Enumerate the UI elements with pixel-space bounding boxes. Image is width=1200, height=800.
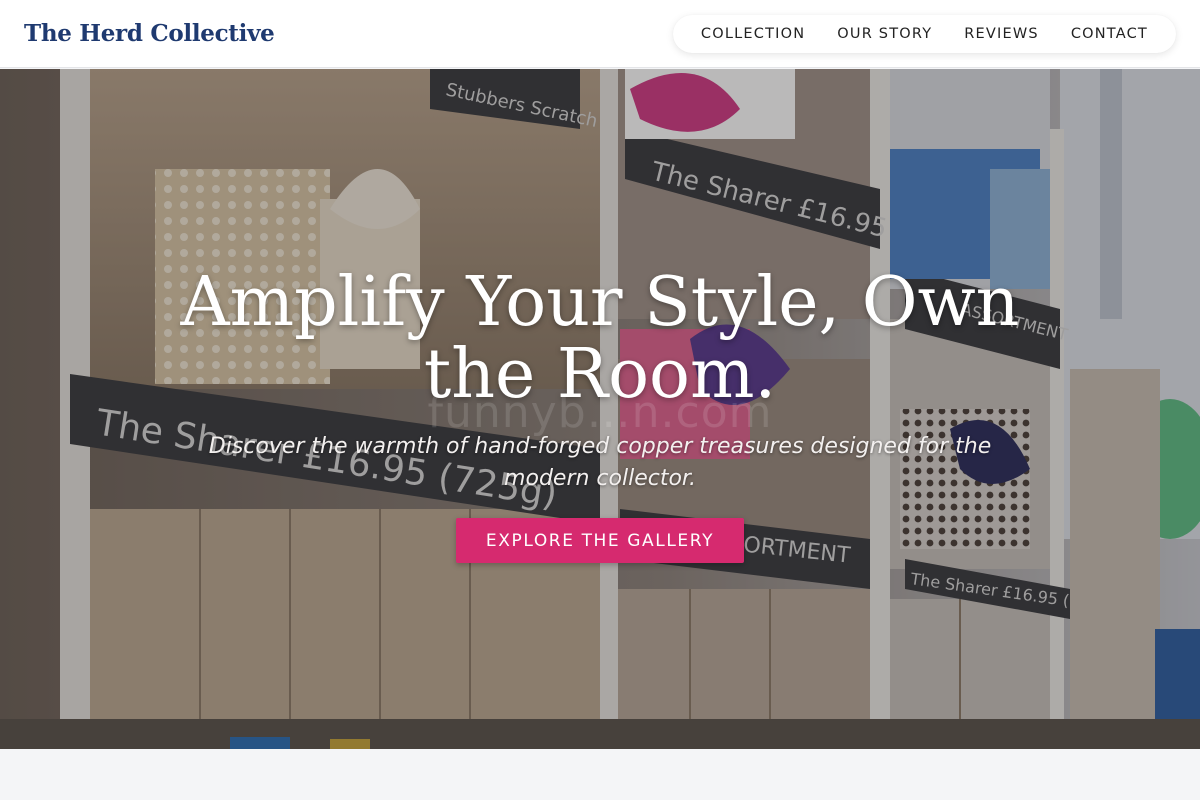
hero-content: funnyb…n.com Amplify Your Style, Own the… (0, 69, 1200, 749)
nav-item-collection[interactable]: COLLECTION (685, 15, 821, 53)
main-nav: COLLECTION OUR STORY REVIEWS CONTACT (672, 14, 1176, 53)
hero-subheadline: Discover the warmth of hand-forged coppe… (208, 434, 992, 491)
site-header: The Herd Collective COLLECTION OUR STORY… (0, 0, 1200, 68)
hero-headline: Amplify Your Style, Own the Room. (180, 263, 1020, 414)
nav-item-reviews[interactable]: REVIEWS (948, 15, 1055, 53)
nav-item-our-story[interactable]: OUR STORY (821, 15, 948, 53)
explore-gallery-button[interactable]: EXPLORE THE GALLERY (456, 518, 744, 563)
brand-logo[interactable]: The Herd Collective (24, 20, 275, 47)
nav-item-contact[interactable]: CONTACT (1055, 15, 1164, 53)
next-section (0, 749, 1200, 800)
hero-section: Stubbers Scratch The Sharer £16.95 (725g… (0, 69, 1200, 749)
